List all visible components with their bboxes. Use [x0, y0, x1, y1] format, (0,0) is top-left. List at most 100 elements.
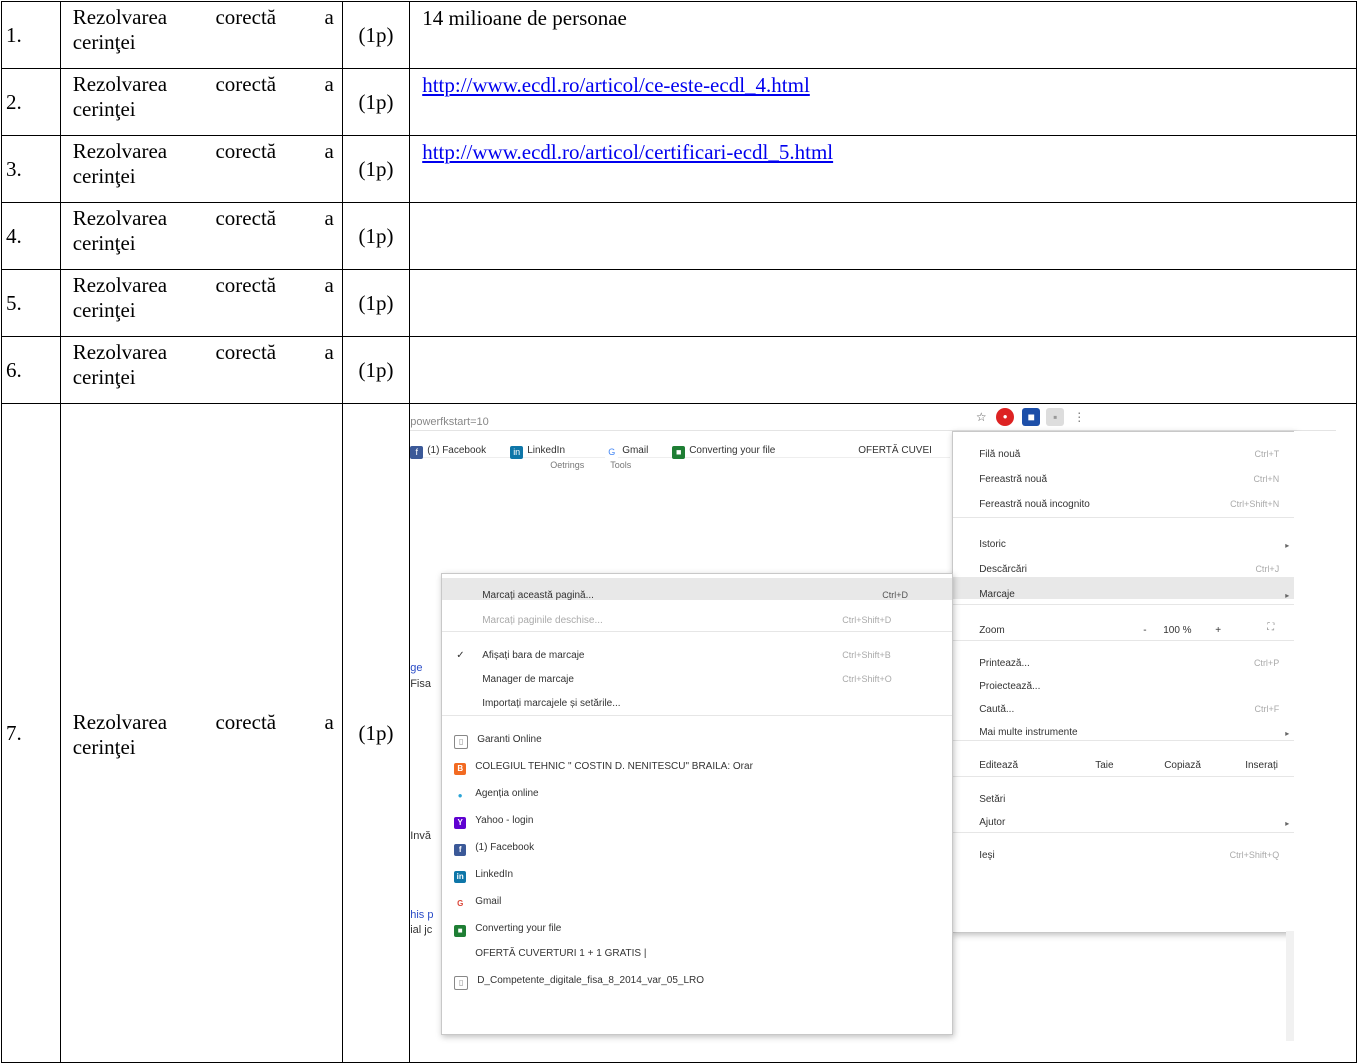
- bookmark-item[interactable]: B COLEGIUL TEHNIC " COSTIN D. NENITESCU" …: [442, 749, 952, 775]
- criterion-cell: Rezolvarea corectă a cerinţei: [59, 135, 343, 203]
- converter-icon: ■: [672, 446, 686, 459]
- criterion-line-2: cerinţei: [72, 298, 136, 322]
- row-number: 5.: [1, 269, 61, 337]
- bookmarks-bar: f (1) Facebook in LinkedIn G Gmail ■ Convert…: [410, 431, 951, 459]
- bookmark-item[interactable]: ■ Converting your file: [442, 911, 952, 937]
- menu-item-settings[interactable]: Setări: [953, 782, 1295, 805]
- bookmark-item[interactable]: in LinkedIn: [442, 857, 952, 883]
- linkedin-icon: in: [510, 446, 524, 459]
- criterion-cell: Rezolvarea corectă a cerinţei: [59, 1, 343, 69]
- adblock-icon[interactable]: ●: [996, 408, 1015, 426]
- criterion-line-2: cerinţei: [72, 164, 136, 188]
- table-row: 7. Rezolvarea corectă a cerinţei (1p) pow…: [1, 403, 1357, 1063]
- bookmark-item[interactable]: ▯ D_Competente_digitale_fisa_8_2014_var_0…: [442, 963, 952, 990]
- points-cell: (1p): [341, 202, 411, 270]
- submenu-bookmark-page[interactable]: Marcați această pagină... Ctrl+D: [442, 578, 953, 601]
- bookmark-oferta[interactable]: OFERTĂ CUVEI: [858, 438, 932, 463]
- points-cell: (1p): [341, 68, 411, 136]
- answer-cell: http://www.ecdl.ro/articol/ce-este-ecdl_…: [409, 68, 1357, 136]
- copy-button[interactable]: Copiază: [1164, 753, 1201, 778]
- page-fragment: Oetrings: [550, 460, 585, 470]
- agency-icon: ●: [454, 790, 467, 802]
- facebook-icon: f: [410, 446, 424, 459]
- bookmarks-submenu: Marcați această pagină... Ctrl+D Marcați …: [441, 573, 954, 1035]
- menu-separator: [953, 517, 1296, 518]
- criterion-cell: Rezolvarea corectă a cerinţei: [59, 202, 343, 270]
- criterion-line-2: cerinţei: [72, 97, 136, 121]
- submenu-show-bookmarks-bar[interactable]: ✓ Afișați bara de marcaje Ctrl+Shift+B: [442, 638, 952, 661]
- bookmark-item[interactable]: ▯ Garanti Online: [442, 722, 952, 749]
- menu-item-bookmarks[interactable]: Marcaje ▸: [953, 577, 1296, 600]
- extension-grey-icon[interactable]: ▪: [1046, 408, 1065, 426]
- facebook-icon: f: [454, 844, 467, 856]
- menu-item-downloads[interactable]: Descărcări Ctrl+J: [953, 552, 1295, 575]
- google-icon: G: [454, 898, 467, 910]
- menu-item-print[interactable]: Printează... Ctrl+P: [953, 646, 1295, 669]
- fullscreen-icon[interactable]: ⛶: [1267, 615, 1274, 640]
- points-cell: (1p): [341, 269, 411, 337]
- star-icon[interactable]: ☆: [972, 408, 990, 426]
- criterion-line-1: Rezolvarea corectă a: [72, 340, 334, 364]
- menu-item-more-tools[interactable]: Mai multe instrumente ▸: [953, 715, 1295, 738]
- menu-item-cast[interactable]: Proiectează...: [953, 669, 1295, 692]
- criterion-line-1: Rezolvarea corectă a: [72, 206, 334, 230]
- menu-item-zoom: Zoom - 100 % + ⛶: [953, 610, 1295, 638]
- menu-separator: [442, 715, 953, 716]
- grading-table: 1. Rezolvarea corectă a cerinţei (1p) 14 …: [1, 1, 1357, 1063]
- criterion-cell: Rezolvarea corectă a cerinţei: [59, 336, 343, 404]
- table-row: 3. Rezolvarea corectă a cerinţei (1p) htt…: [1, 135, 1357, 203]
- menu-item-incognito[interactable]: Fereastră nouă incognito Ctrl+Shift+N: [953, 487, 1295, 510]
- menu-item-history[interactable]: Istoric ▸: [953, 527, 1295, 550]
- bookmark-item[interactable]: ● Agenția online: [442, 776, 952, 802]
- cut-button[interactable]: Taie: [1095, 753, 1113, 778]
- criterion-line-2: cerinţei: [72, 734, 136, 759]
- row-number: 2.: [1, 68, 61, 136]
- bookmark-item[interactable]: G Gmail: [442, 884, 952, 910]
- menu-item-new-tab[interactable]: Filă nouă Ctrl+T: [953, 437, 1295, 460]
- menu-separator: [953, 832, 1296, 833]
- page-fragment: Fisa: [410, 678, 431, 690]
- criterion-line-1: Rezolvarea corectă a: [72, 72, 334, 96]
- chrome-main-menu: Filă nouă Ctrl+T Fereastră nouă Ctrl+N Fer…: [952, 431, 1297, 933]
- row-number: 3.: [1, 135, 61, 203]
- submenu-import-bookmarks[interactable]: Importați marcajele și setările...: [442, 686, 952, 709]
- answer-link[interactable]: http://www.ecdl.ro/articol/certificari-e…: [422, 140, 833, 164]
- criterion-cell: Rezolvarea corectă a cerinţei: [59, 68, 343, 136]
- blogger-icon: B: [454, 763, 467, 775]
- menu-item-help[interactable]: Ajutor ▸: [953, 805, 1295, 828]
- bookmark-item[interactable]: f (1) Facebook: [442, 830, 952, 856]
- bookmark-item[interactable]: OFERTĂ CUVERTURI 1 + 1 GRATIS |: [442, 936, 952, 959]
- criterion-cell: Rezolvarea corectă a cerinţei: [59, 269, 343, 337]
- page-fragment: ial jc: [410, 924, 433, 936]
- submenu-bookmark-manager[interactable]: Manager de marcaje Ctrl+Shift+O: [442, 662, 952, 685]
- criterion-line-1: Rezolvarea corectă a: [72, 5, 334, 29]
- criterion-line-1: Rezolvarea corectă a: [72, 709, 334, 734]
- menu-item-new-window[interactable]: Fereastră nouă Ctrl+N: [953, 462, 1295, 485]
- bookmark-label: Converting your file: [689, 445, 776, 456]
- menu-item-find[interactable]: Caută... Ctrl+F: [953, 692, 1295, 715]
- answer-cell: [409, 336, 1357, 404]
- menu-item-exit[interactable]: Ieşi Ctrl+Shift+Q: [953, 838, 1295, 861]
- browser-screenshot: powerfkstart=10 ☆ ● ■ ▪ ⋮ f (1) Facebook …: [410, 404, 1337, 1062]
- bookmark-label: OFERTĂ CUVEI: [858, 445, 932, 456]
- scrollbar[interactable]: [1286, 931, 1295, 1041]
- address-bar: powerfkstart=10 ☆ ● ■ ▪ ⋮: [410, 404, 1337, 431]
- answer-cell: [409, 202, 1357, 270]
- menu-separator: [953, 604, 1296, 605]
- paste-button[interactable]: Inserați: [1245, 753, 1278, 778]
- menu-separator: [953, 640, 1296, 641]
- points-cell: (1p): [341, 403, 411, 1063]
- answer-link[interactable]: http://www.ecdl.ro/articol/ce-este-ecdl_…: [422, 73, 810, 97]
- kebab-menu-icon[interactable]: ⋮: [1070, 408, 1088, 426]
- bookmark-facebook[interactable]: f (1) Facebook: [410, 438, 486, 463]
- yahoo-icon: Y: [454, 817, 467, 829]
- table-row: 2. Rezolvarea corectă a cerinţei (1p) htt…: [1, 68, 1357, 136]
- extension-icon[interactable]: ■: [1022, 408, 1041, 426]
- bookmark-item[interactable]: Y Yahoo - login: [442, 803, 952, 829]
- answer-cell: http://www.ecdl.ro/articol/certificari-e…: [409, 135, 1357, 203]
- submenu-bookmark-open-pages[interactable]: Marcați paginile deschise... Ctrl+Shift+D: [442, 603, 952, 626]
- table-row: 1. Rezolvarea corectă a cerinţei (1p) 14 …: [1, 1, 1357, 69]
- points-cell: (1p): [341, 1, 411, 69]
- bookmark-converting[interactable]: ■ Converting your file: [672, 438, 775, 463]
- menu-item-edit: Editează Taie Copiază Inserați: [953, 744, 1295, 774]
